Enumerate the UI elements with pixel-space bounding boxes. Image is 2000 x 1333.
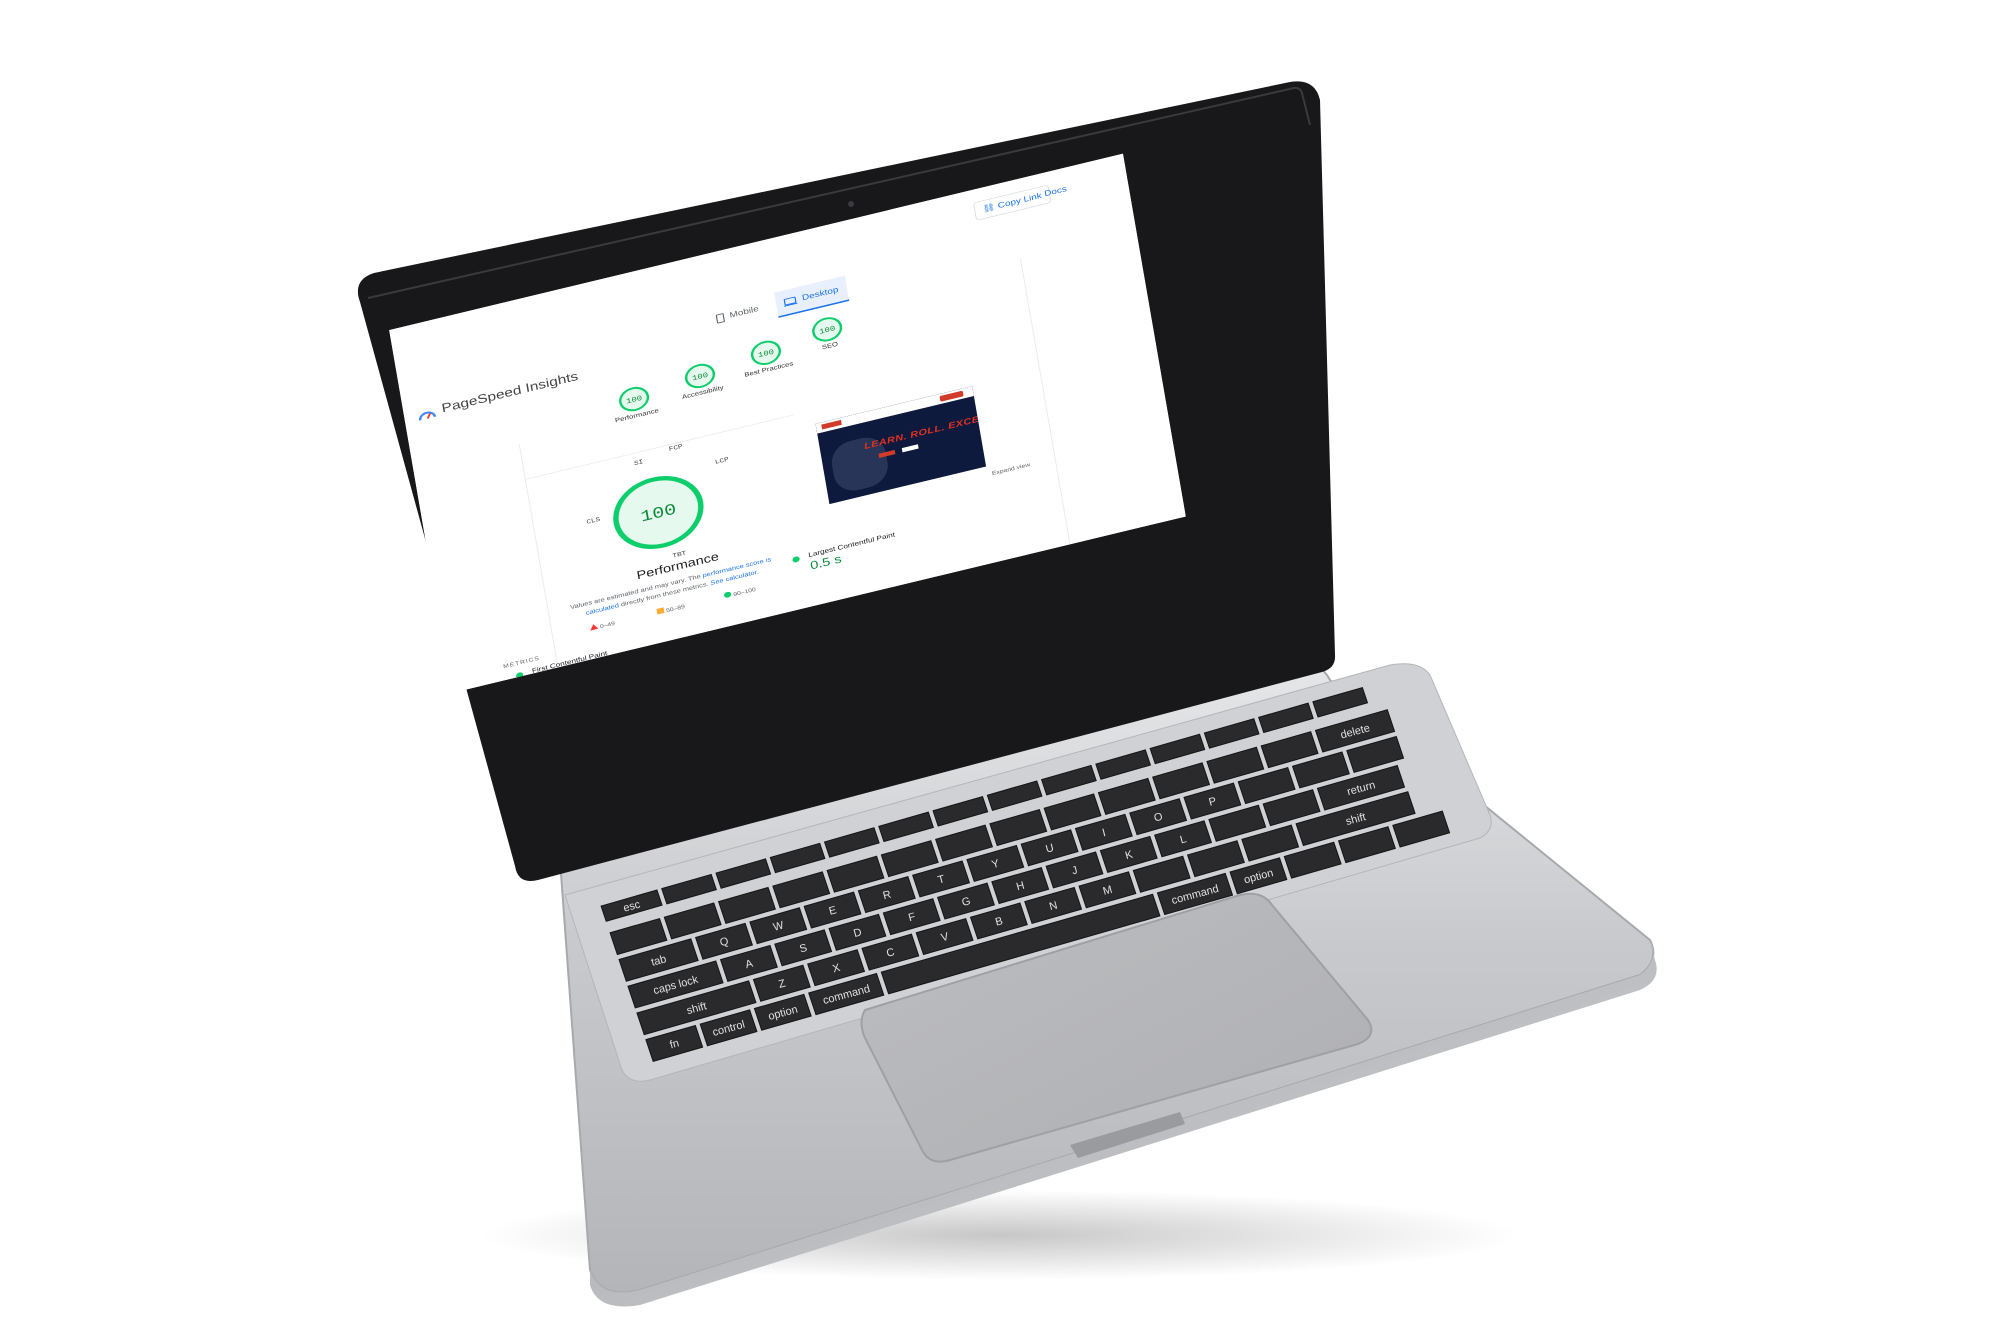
tab-mobile-label: Mobile [728,304,760,320]
site-hero-button-2 [901,444,919,453]
legend-average: 50–89 [656,602,685,616]
mobile-icon [715,312,725,324]
legend-fail: 0–49 [589,619,615,632]
lcp-label: Largest Contentful Paint [807,530,896,559]
panel-border-left [518,444,559,668]
laptop-scene: escdeletetabQWERTYUIOPcaps lockASDFGHJKL… [357,81,1657,1307]
lcp-pass-dot [792,555,801,564]
camera [848,201,854,207]
desktop-icon [783,296,798,307]
link-icon: ⛓ [981,201,999,215]
square-icon [656,607,665,615]
page-screenshot: LEARN. ROLL. EXCEL [815,386,987,505]
panel-border-right [1019,258,1071,545]
legend-label: 0–49 [599,619,616,630]
legend-label: 90–100 [732,585,757,598]
triangle-icon [590,624,599,631]
tab-desktop-label: Desktop [801,285,840,303]
legend-label: 50–89 [665,603,686,614]
legend-pass: 90–100 [724,585,757,600]
arc-label-lcp: LCP [714,455,730,467]
expand-view-link[interactable]: Expand view [991,461,1030,476]
circle-icon [724,591,732,598]
